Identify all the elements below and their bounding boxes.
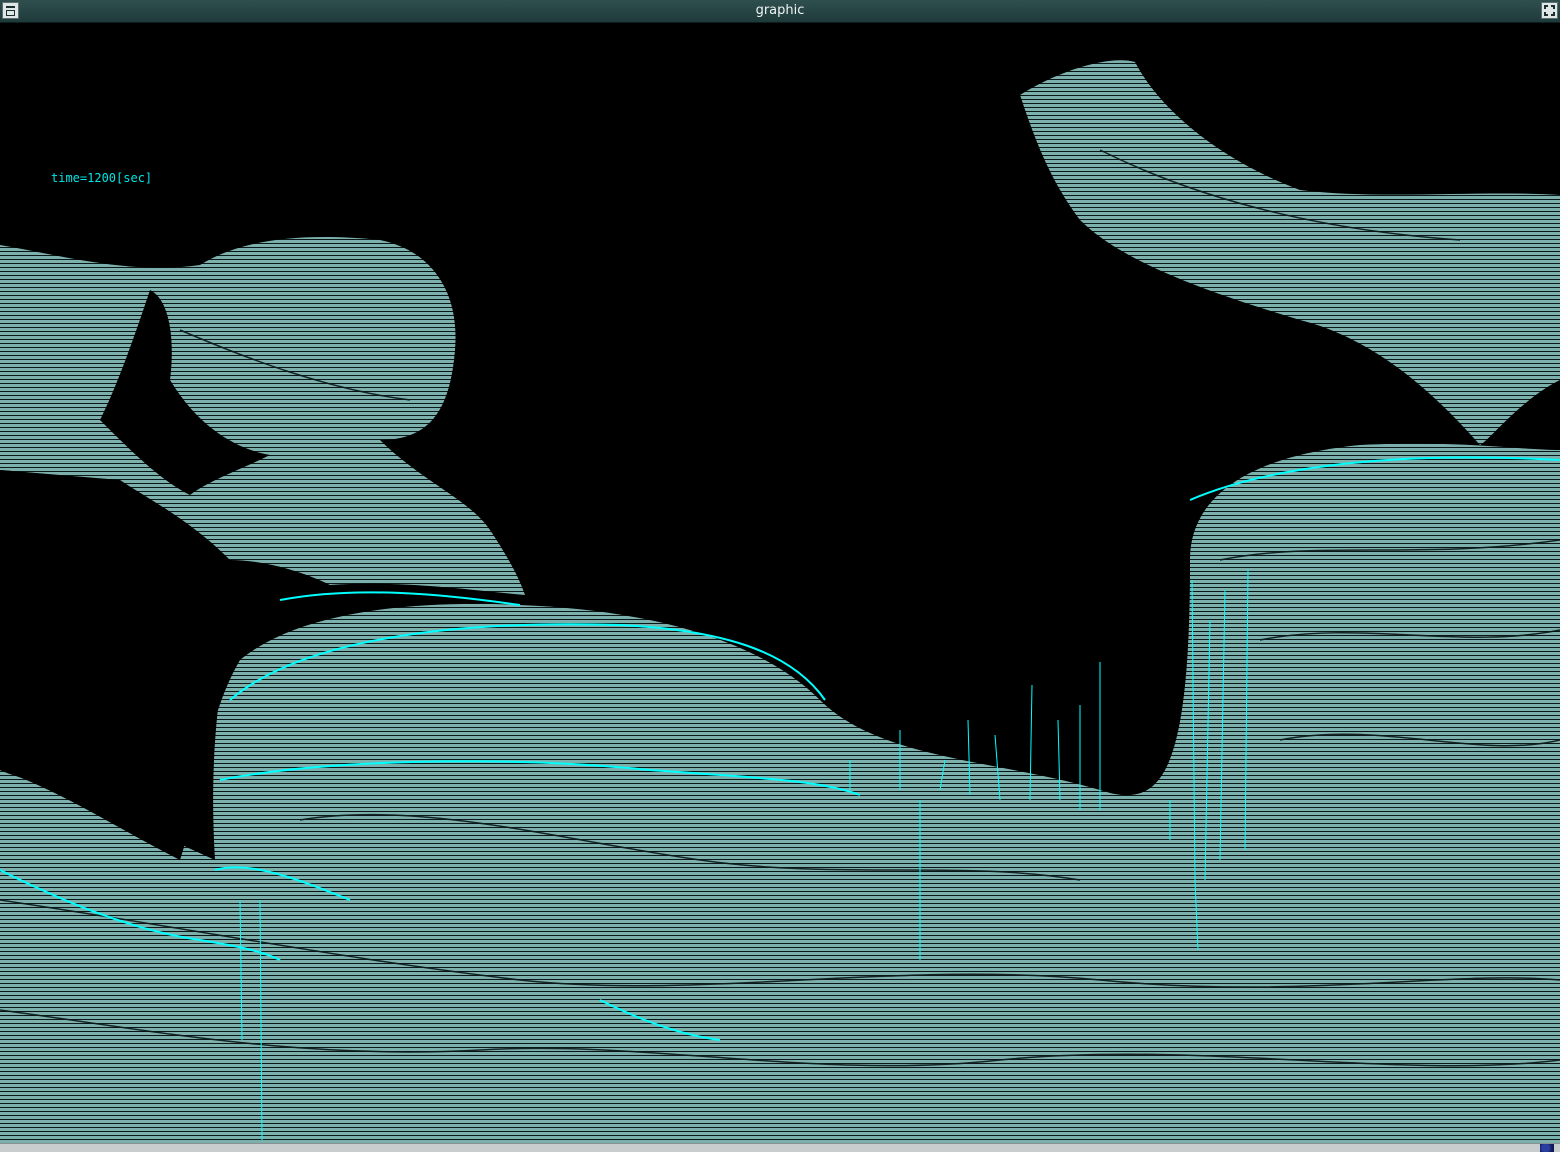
surface-plot xyxy=(0,60,1560,1143)
maximize-icon xyxy=(1544,5,1548,9)
window-titlebar[interactable]: graphic xyxy=(0,0,1560,23)
maximize-button[interactable] xyxy=(1541,2,1558,19)
time-label: time=1200[sec] xyxy=(51,171,153,185)
window-title: graphic xyxy=(755,3,805,18)
surface-region-top-right xyxy=(1020,60,1560,446)
